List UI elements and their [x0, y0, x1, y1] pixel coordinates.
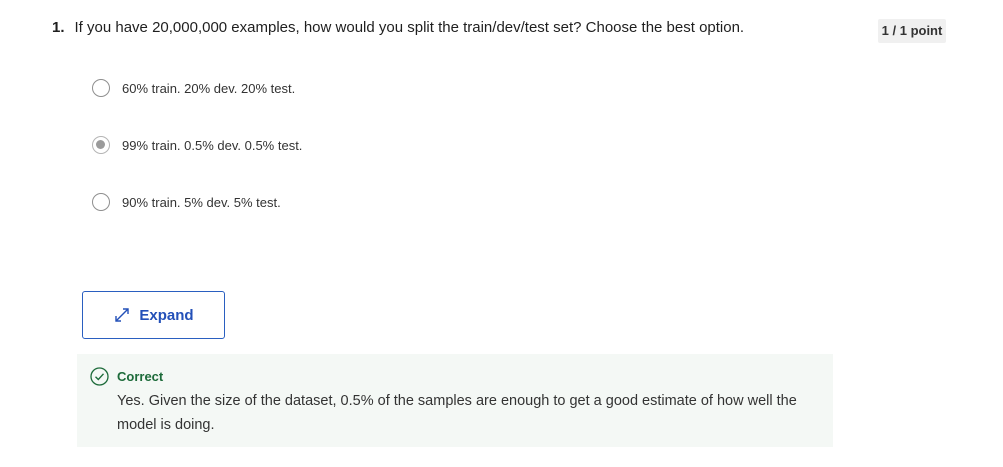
question-header: 1. If you have 20,000,000 examples, how w…: [52, 18, 744, 38]
radio-button[interactable]: [92, 79, 110, 97]
radio-button[interactable]: [92, 193, 110, 211]
radio-button-selected[interactable]: [92, 136, 110, 154]
option-label: 60% train. 20% dev. 20% test.: [122, 80, 296, 96]
option-90-5-5[interactable]: 90% train. 5% dev. 5% test.: [92, 191, 281, 213]
feedback-explanation: Yes. Given the size of the dataset, 0.5%…: [117, 393, 797, 433]
feedback-panel: Correct Yes. Given the size of the datas…: [77, 354, 833, 447]
check-circle-icon: [90, 367, 109, 386]
option-99-0.5-0.5[interactable]: 99% train. 0.5% dev. 0.5% test.: [92, 134, 302, 156]
expand-arrows-icon: [113, 306, 131, 324]
expand-button[interactable]: Expand: [82, 291, 225, 339]
option-60-20-20[interactable]: 60% train. 20% dev. 20% test.: [92, 77, 295, 99]
question-text: If you have 20,000,000 examples, how wou…: [74, 19, 745, 36]
question-number: 1.: [52, 19, 65, 36]
points-badge: 1 / 1 point: [878, 19, 946, 43]
expand-label: Expand: [139, 306, 194, 324]
option-label: 99% train. 0.5% dev. 0.5% test.: [122, 137, 303, 153]
option-label: 90% train. 5% dev. 5% test.: [122, 194, 281, 210]
feedback-status: Correct: [117, 369, 164, 384]
